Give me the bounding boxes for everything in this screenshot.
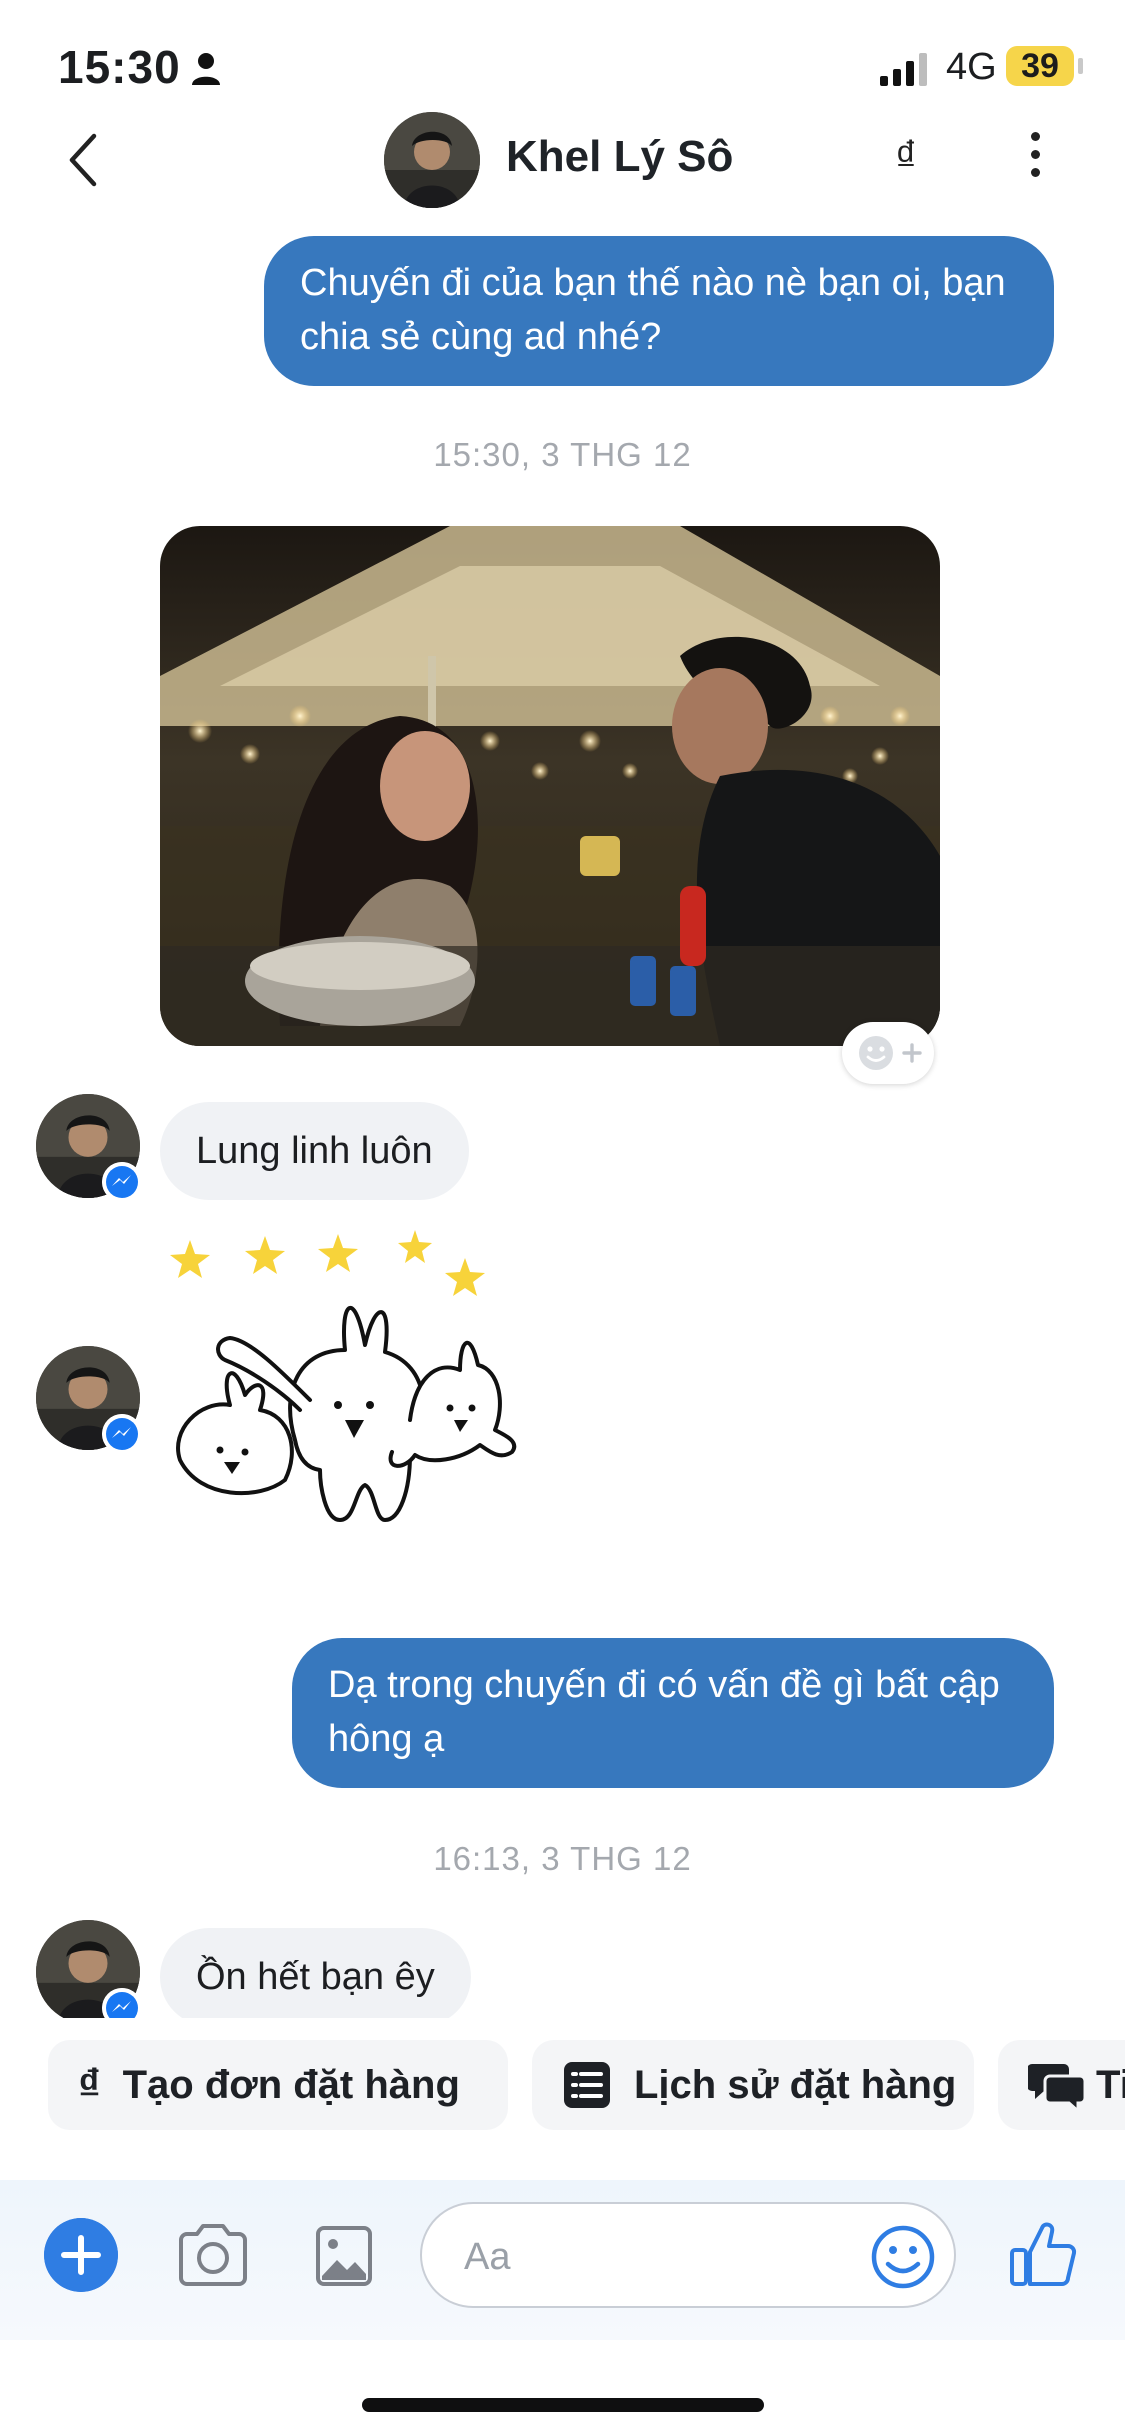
message-timestamp: 16:13, 3 THG 12	[433, 1840, 692, 1877]
message-bubble-outgoing[interactable]: Dạ trong chuyến đi có vấn đề gì bất cập …	[292, 1638, 1054, 1788]
avatar[interactable]	[384, 112, 480, 208]
shared-photo[interactable]	[160, 526, 940, 1046]
message-bubble-incoming[interactable]: Ồn hết bạn êy	[160, 1928, 471, 2026]
message-input[interactable]	[462, 2228, 846, 2286]
person-icon	[192, 53, 220, 85]
signal-icon	[880, 53, 927, 86]
message-bubble-incoming[interactable]: Lung linh luôn	[160, 1102, 469, 1200]
messenger-badge-icon	[102, 1162, 142, 1202]
star-icon	[170, 1240, 210, 1278]
divider	[0, 2018, 1125, 2040]
quick-action-create-order[interactable]: ₫ Tạo đơn đặt hàng	[48, 2040, 508, 2130]
messenger-badge-icon	[102, 1414, 142, 1454]
camera-icon[interactable]	[175, 2222, 251, 2288]
message-timestamp: 15:30, 3 THG 12	[433, 436, 692, 473]
dong-icon[interactable]: ₫	[886, 132, 926, 190]
quick-action-label: Ti	[1096, 2062, 1125, 2107]
more-vertical-icon[interactable]	[1020, 132, 1050, 188]
gallery-icon[interactable]	[315, 2222, 373, 2288]
list-icon	[562, 2060, 612, 2110]
home-indicator[interactable]	[362, 2398, 764, 2412]
quick-action-label: Tạo đơn đặt hàng	[122, 2062, 460, 2107]
back-chevron-icon[interactable]	[60, 130, 110, 190]
avatar-image	[384, 112, 480, 208]
dong-icon: ₫	[78, 2060, 101, 2109]
add-reaction-icon[interactable]	[842, 1022, 934, 1084]
thumbs-up-icon[interactable]	[1008, 2218, 1078, 2290]
status-time: 15:30	[58, 41, 181, 93]
dong-glyph: ₫	[894, 132, 918, 181]
message-bubble-outgoing[interactable]: Chuyến đi của bạn thế nào nè bạn oi, bạn…	[264, 236, 1054, 386]
contact-name[interactable]: Khel Lý Sô	[506, 132, 733, 182]
photo-image	[160, 526, 940, 1046]
battery-icon: 39	[1006, 46, 1074, 86]
quick-action-third[interactable]: Ti	[998, 2040, 1125, 2130]
star-icon	[445, 1258, 485, 1296]
battery-level: 39	[1021, 46, 1059, 85]
sticker-rabbits[interactable]	[160, 1230, 520, 1530]
quick-action-order-history[interactable]: Lịch sử đặt hàng	[532, 2040, 974, 2130]
plus-icon[interactable]	[44, 2218, 118, 2292]
battery-tip	[1078, 58, 1083, 74]
star-icon	[398, 1230, 432, 1263]
star-icon	[318, 1234, 358, 1272]
network-type: 4G	[946, 46, 997, 88]
chat-bubbles-icon	[1028, 2058, 1086, 2112]
quick-action-label: Lịch sử đặt hàng	[634, 2062, 957, 2107]
emoji-icon[interactable]	[870, 2224, 936, 2290]
star-icon	[245, 1236, 285, 1274]
